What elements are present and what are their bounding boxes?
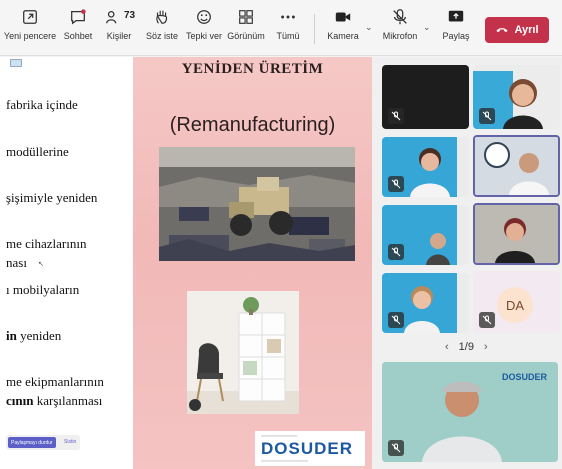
raise-hand-label: Söz iste [146, 31, 179, 41]
share-screen-icon [448, 10, 464, 22]
slide-title: YENİDEN ÜRETİM [181, 61, 324, 77]
mic-muted-icon [393, 9, 407, 25]
mic-button[interactable]: Mikrofon [380, 8, 420, 50]
presentation-slide: YENİDEN ÜRETİM (Remanufacturing) ━━━━━━━… [133, 57, 372, 469]
shared-content-stage: fabrika içinde modüllerine şişimiyle yen… [0, 57, 372, 469]
participant-tile-speaking[interactable] [473, 203, 560, 265]
page-indicator: 1/9 [458, 341, 474, 353]
share-button[interactable]: Paylaş [440, 8, 472, 50]
camera-options-chevron-icon[interactable]: ⌄ [365, 22, 373, 33]
share-label: Paylaş [442, 31, 470, 41]
participant-gallery: DA ‹ 1/9 › DOSUDER [372, 57, 562, 469]
chat-icon [71, 9, 86, 25]
more-button[interactable]: Tümü [274, 8, 302, 50]
people-button[interactable]: 73 Kişiler [104, 8, 136, 50]
toolbar-divider [314, 14, 315, 44]
mouse-cursor-icon: ↖ [38, 261, 44, 268]
participant-tile[interactable] [473, 65, 560, 129]
new-window-icon [23, 10, 37, 24]
speaker-background-logo: DOSUDER [502, 372, 548, 382]
landfill-photo [159, 147, 355, 261]
hang-up-icon [496, 28, 509, 33]
participant-tile-speaking[interactable] [473, 135, 560, 197]
stop-sharing-button[interactable]: Paylaşmayı durdur [8, 437, 56, 448]
document-line: cının karşılanması [6, 393, 103, 408]
mic-muted-icon [388, 312, 404, 328]
more-label: Tümü [276, 31, 300, 41]
more-dots-icon [281, 15, 295, 19]
participant-tile[interactable] [382, 205, 469, 265]
new-window-button[interactable]: Yeni pencere [3, 8, 57, 50]
mic-muted-icon [388, 176, 404, 192]
react-button[interactable]: Tepki ver [186, 8, 222, 50]
grid-view-icon [239, 10, 253, 24]
leave-button[interactable]: Ayrıl [485, 17, 549, 43]
chevron-right-icon[interactable]: › [484, 341, 488, 353]
document-line: me cihazlarının [6, 236, 87, 251]
camera-icon [335, 12, 351, 22]
slide-subtitle: (Remanufacturing) [169, 114, 336, 136]
logo-caption-top: ━━━━━━━━━━━━━━━━━━━━ [261, 434, 298, 438]
mic-muted-icon [388, 244, 404, 260]
people-count: 73 [124, 10, 136, 21]
gallery-pager: ‹ 1/9 › [445, 341, 488, 353]
chat-button[interactable]: Sohbet [62, 8, 94, 50]
camera-label: Kamera [327, 31, 359, 41]
people-icon [106, 10, 117, 24]
view-label: Görünüm [227, 31, 265, 41]
sharing-controls: Paylaşmayı durdur Sistin [6, 435, 80, 450]
document-line: modüllerine [6, 144, 69, 159]
document-line: ı mobilyaların [6, 282, 80, 297]
furniture-photo [187, 291, 299, 414]
shared-document: fabrika içinde modüllerine şişimiyle yen… [0, 57, 133, 469]
view-button[interactable]: Görünüm [227, 8, 265, 50]
participant-tile[interactable] [382, 273, 469, 333]
camera-button[interactable]: Kamera [326, 8, 360, 50]
react-label: Tepki ver [186, 31, 223, 41]
people-label: Kişiler [106, 31, 132, 41]
dosuder-logo: ━━━━━━━━━━━━━━━━━━━━ DOSUDER ━━━━━━━━━━━… [255, 431, 365, 466]
raise-hand-icon [156, 10, 168, 24]
participant-tile[interactable] [382, 137, 469, 197]
logo-caption-bottom: ━━━━━━━━━━━━━━━━━━━━━━━━━━ [261, 459, 308, 463]
chevron-left-icon[interactable]: ‹ [445, 341, 449, 353]
avatar: DA [497, 287, 533, 323]
raise-hand-button[interactable]: Söz iste [146, 8, 178, 50]
participant-tile[interactable] [382, 65, 469, 129]
participant-tile[interactable]: DA [473, 271, 560, 333]
mic-muted-icon [479, 312, 495, 328]
speaker-video-tile[interactable]: DOSUDER [382, 362, 558, 462]
sharing-extra-link[interactable]: Sistin [64, 439, 76, 445]
chat-label: Sohbet [63, 31, 93, 41]
smile-icon [197, 10, 211, 24]
new-window-label: Yeni pencere [3, 31, 57, 41]
mic-muted-icon [388, 440, 404, 456]
mic-muted-icon [479, 108, 495, 124]
document-line: in yeniden [6, 328, 62, 343]
document-line: me ekipmanlarının [6, 374, 104, 389]
mic-options-chevron-icon[interactable]: ⌄ [423, 22, 431, 33]
document-line: nası [6, 255, 27, 270]
logo-text: DOSUDER [261, 439, 354, 458]
document-line: şişimiyle yeniden [6, 190, 98, 205]
leave-label: Ayrıl [514, 24, 539, 36]
document-line: fabrika içinde [6, 97, 78, 112]
mic-label: Mikrofon [382, 31, 418, 41]
mic-muted-icon [388, 108, 404, 124]
document-thumbnail-icon [10, 59, 22, 67]
meeting-toolbar: Yeni pencere Sohbet 73 Kişiler Söz iste … [0, 0, 562, 56]
